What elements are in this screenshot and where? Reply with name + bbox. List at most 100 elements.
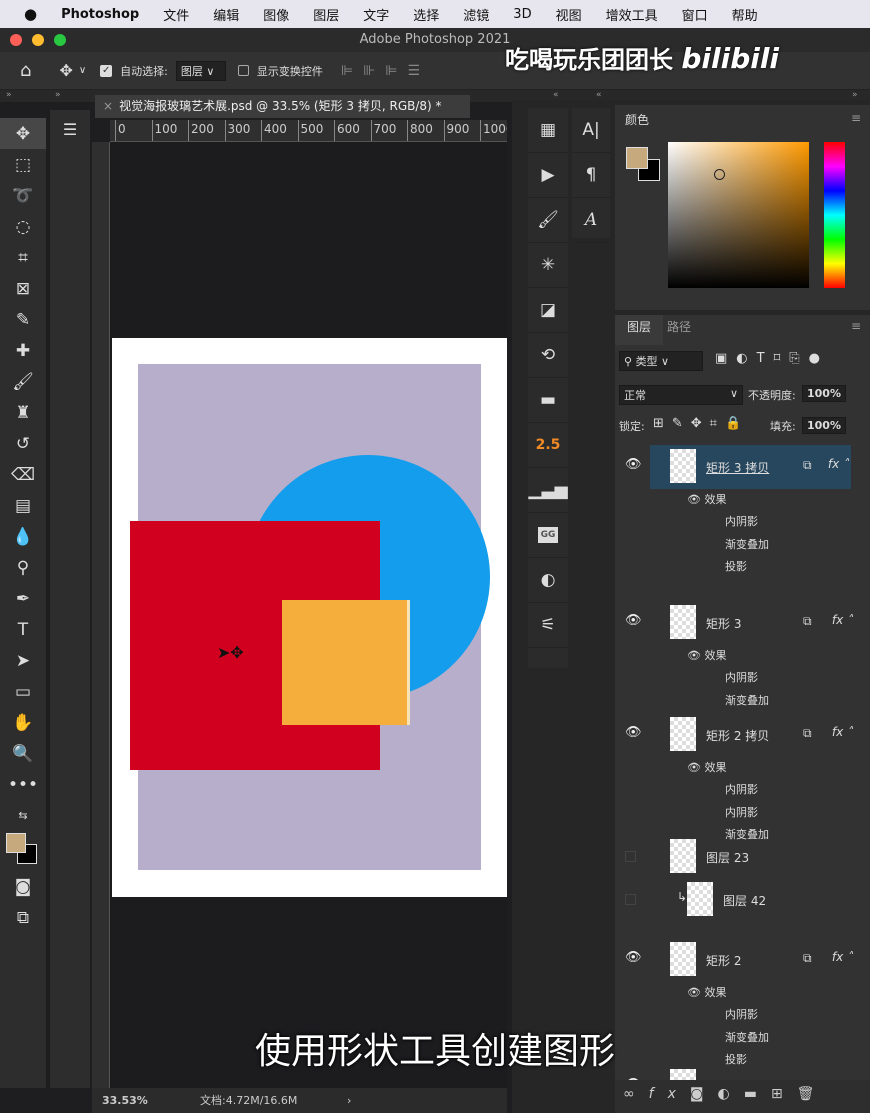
color-field[interactable] (668, 142, 809, 288)
effects-header[interactable]: 👁 效果 (687, 984, 726, 1000)
eye-icon[interactable]: 👁 (687, 493, 701, 506)
layer-name[interactable]: 图层 42 (723, 892, 766, 909)
visibility-toggle[interactable] (625, 851, 636, 862)
effect-item[interactable]: 渐变叠加 (725, 692, 769, 708)
block-icon[interactable]: ▬ (528, 378, 568, 423)
marquee-tool-icon[interactable]: ⬚ (0, 149, 46, 180)
orange-rectangle[interactable] (282, 600, 410, 725)
align-icons[interactable]: ⊫⊪⊫☰ (341, 63, 430, 79)
fx-icon[interactable]: fx ˄ (828, 457, 849, 471)
zoom-button[interactable] (54, 34, 66, 46)
eye-icon[interactable]: 👁 (625, 950, 642, 965)
expand-icon[interactable]: » (6, 90, 12, 100)
filter-dropdown[interactable]: ⚲ 类型 ∨ (619, 351, 703, 371)
gradient-tool-icon[interactable]: ▤ (0, 490, 46, 521)
effect-item[interactable]: 内阴影 (725, 513, 758, 529)
menu-edit[interactable]: 编辑 (213, 5, 239, 24)
adjust-icon[interactable]: ◐ (528, 558, 568, 603)
layer-row[interactable]: 👁 矩形 3 拷贝 ⧉ fx ˄ (625, 445, 851, 489)
mask-icon[interactable]: ◙ (690, 1086, 718, 1102)
menu-plugins[interactable]: 增效工具 (606, 5, 658, 24)
folder-icon[interactable]: ▬ (744, 1086, 771, 1102)
home-icon[interactable]: ⌂ (20, 60, 31, 81)
menu-3d[interactable]: 3D (513, 7, 531, 22)
path-select-tool-icon[interactable]: ➤ (0, 645, 46, 676)
link-icon[interactable]: ∞ (623, 1086, 649, 1102)
eye-icon[interactable]: 👁 (687, 986, 701, 999)
history-brush-tool-icon[interactable]: ↺ (0, 428, 46, 459)
effect-item[interactable]: 渐变叠加 (725, 536, 769, 552)
panel-2-5[interactable]: 2.5 (528, 423, 568, 468)
effect-item[interactable]: 内阴影 (725, 804, 758, 820)
eye-icon[interactable]: 👁 (625, 613, 642, 628)
menu-select[interactable]: 选择 (413, 5, 439, 24)
hand-tool-icon[interactable]: ✋ (0, 707, 46, 738)
menu-image[interactable]: 图像 (263, 5, 289, 24)
panel-menu-icon[interactable]: ≡ (851, 111, 861, 125)
visibility-toggle[interactable] (625, 894, 636, 905)
menu-file[interactable]: 文件 (163, 5, 189, 24)
layer-name[interactable]: 矩形 2 (706, 952, 741, 969)
menu-type[interactable]: 文字 (363, 5, 389, 24)
expand-icon[interactable]: » (852, 90, 858, 100)
filter-icons[interactable]: ▣◐T⌑⎘● (715, 351, 829, 366)
sliders-icon[interactable]: ⚟ (528, 603, 568, 648)
collapse-icon[interactable]: « (553, 90, 559, 100)
color-panel-title[interactable]: 颜色 (625, 111, 649, 128)
lock-icons[interactable]: ⊞✎✥⌗🔒 (653, 416, 749, 431)
grid-icon[interactable]: ▦ (528, 108, 568, 153)
histogram-icon[interactable]: ▁▃▅ (528, 468, 568, 513)
menu-help[interactable]: 帮助 (732, 5, 758, 24)
layer-name[interactable]: 矩形 3 (706, 615, 741, 632)
more-tools-icon[interactable]: ••• (0, 769, 46, 800)
move-tool-icon[interactable]: ✥ (59, 61, 72, 80)
healing-tool-icon[interactable]: ✚ (0, 335, 46, 366)
chevron-down-icon[interactable]: ∨ (79, 65, 86, 76)
lasso-tool-icon[interactable]: ➰ (0, 180, 46, 211)
tab-paths[interactable]: 路径 (667, 315, 691, 339)
auto-select-checkbox[interactable]: ✓ (100, 64, 113, 77)
apple-icon[interactable]: ● (24, 5, 37, 23)
eye-icon[interactable]: 👁 (687, 761, 701, 774)
layer-name[interactable]: 矩形 2 拷贝 (706, 727, 769, 744)
eyedropper-tool-icon[interactable]: ✎ (0, 304, 46, 335)
type-tool-icon[interactable]: T (0, 614, 46, 645)
layer-row[interactable]: 👁 矩形 2 ⧉ fx ˄ (615, 938, 855, 982)
dodge-tool-icon[interactable]: ⚲ (0, 552, 46, 583)
glyphs-icon[interactable]: A (572, 198, 610, 243)
menu-view[interactable]: 视图 (556, 5, 582, 24)
adjustment-icon[interactable]: ◐ (717, 1086, 743, 1102)
character-icon[interactable]: A| (572, 108, 610, 153)
trash-icon[interactable]: 🗑 (797, 1086, 829, 1102)
pen-tool-icon[interactable]: ✒ (0, 583, 46, 614)
show-transform-checkbox[interactable] (237, 65, 249, 76)
menu-layer[interactable]: 图层 (313, 5, 339, 24)
layer-row[interactable]: 👁 矩形 2 拷贝 ⧉ fx ˄ (615, 713, 855, 757)
brush-tool-icon[interactable]: 🖌 (0, 366, 46, 397)
effects-header[interactable]: 👁 效果 (687, 759, 726, 775)
effect-item[interactable]: 内阴影 (725, 669, 758, 685)
fx-icon[interactable]: fx ˄ (832, 725, 853, 739)
eye-icon[interactable]: 👁 (625, 725, 642, 740)
panel-menu-icon[interactable]: ≡ (851, 319, 861, 333)
menu-filter[interactable]: 滤镜 (463, 5, 489, 24)
layer-row[interactable]: 图层 23 (615, 835, 855, 879)
swap-colors-icon[interactable]: ⇆ (0, 800, 46, 831)
effects-header[interactable]: 👁 效果 (687, 647, 726, 663)
fx-icon[interactable]: fx (649, 1086, 690, 1102)
play-icon[interactable]: ▶ (528, 153, 568, 198)
eraser-tool-icon[interactable]: ⌫ (0, 459, 46, 490)
layer-name[interactable]: 图层 23 (706, 849, 749, 866)
burst-icon[interactable]: ✳ (528, 243, 568, 288)
tab-layers[interactable]: 图层 (615, 315, 663, 345)
status-arrow-icon[interactable]: › (347, 1088, 351, 1113)
zoom-level[interactable]: 33.53% (102, 1088, 148, 1113)
canvas-area[interactable]: ➤✥ (110, 142, 507, 1088)
effect-item[interactable]: 内阴影 (725, 781, 758, 797)
rectangle-tool-icon[interactable]: ▭ (0, 676, 46, 707)
opacity-input[interactable]: 100% (802, 385, 846, 402)
properties-icon[interactable]: ☰ (50, 120, 90, 139)
crop-tool-icon[interactable]: ⌗ (0, 242, 46, 273)
zoom-tool-icon[interactable]: 🔍 (0, 738, 46, 769)
color-picker-ring[interactable] (714, 169, 725, 180)
